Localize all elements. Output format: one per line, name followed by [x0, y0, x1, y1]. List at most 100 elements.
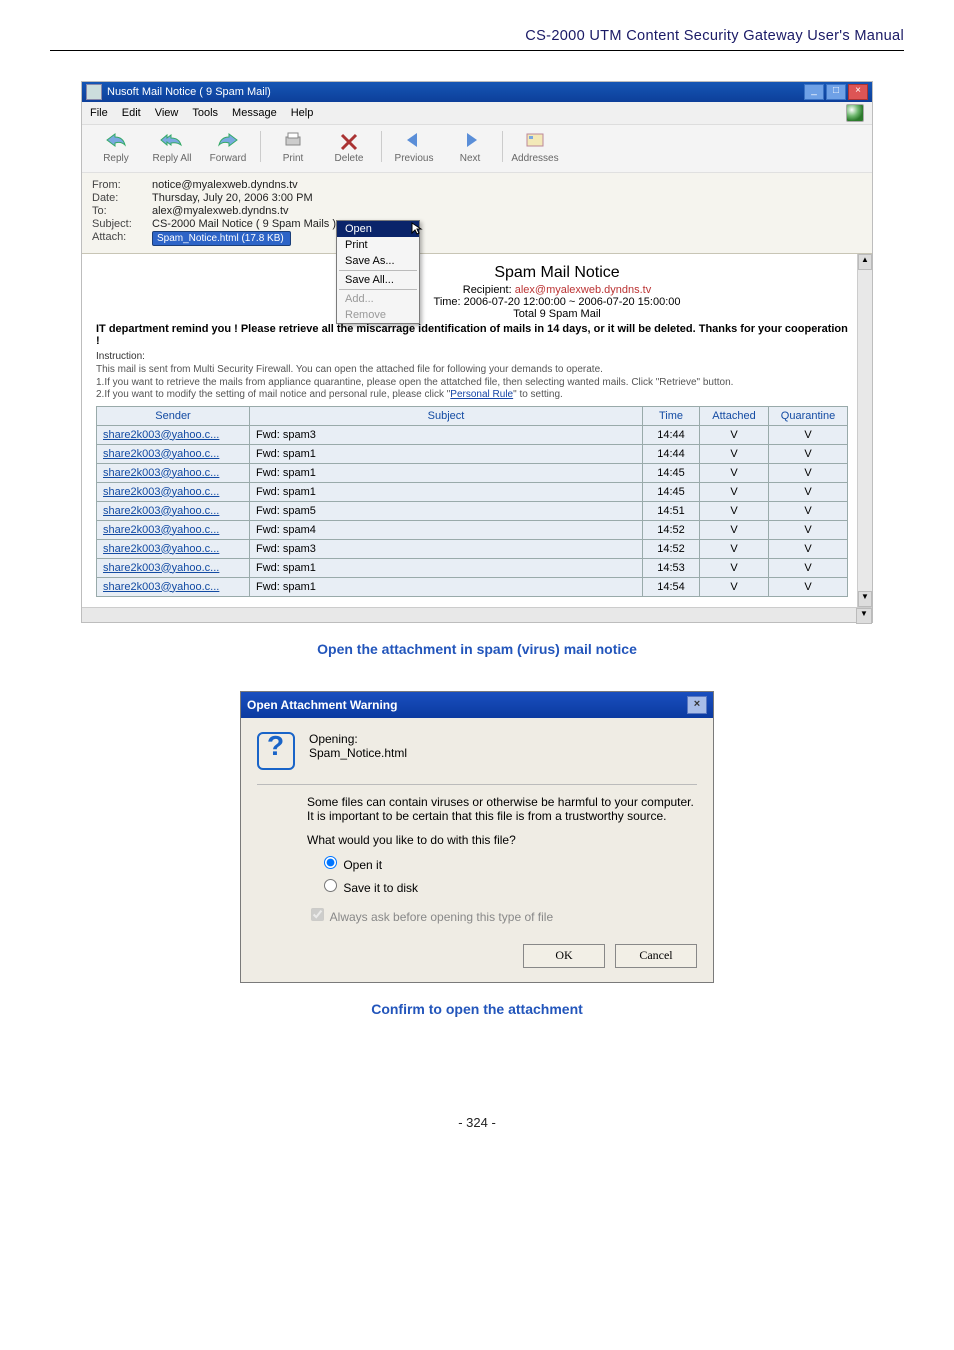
- outlook-window: Nusoft Mail Notice ( 9 Spam Mail) _ □ × …: [81, 81, 873, 623]
- ctx-print[interactable]: Print: [337, 237, 419, 253]
- page-number: - 324 -: [0, 1115, 954, 1130]
- dialog-close-button[interactable]: ×: [687, 696, 707, 714]
- title-bar: Nusoft Mail Notice ( 9 Spam Mail) _ □ ×: [82, 82, 872, 102]
- cell-subject: Fwd: spam3: [250, 425, 643, 444]
- figure-caption: Confirm to open the attachment: [0, 1001, 954, 1017]
- instruction-heading: Instruction:: [96, 351, 848, 362]
- tool-label: Addresses: [511, 153, 558, 164]
- tool-print[interactable]: Print: [265, 129, 321, 164]
- message-body: Spam Mail Notice Recipient: alex@myalexw…: [82, 254, 872, 607]
- menu-view[interactable]: View: [155, 107, 179, 119]
- attach-label: Attach:: [92, 231, 152, 246]
- cell-attached: V: [700, 444, 769, 463]
- personal-rule-link[interactable]: Personal Rule: [450, 389, 513, 400]
- cell-sender[interactable]: share2k003@yahoo.c...: [97, 520, 250, 539]
- always-ask-input: [311, 908, 324, 921]
- close-button[interactable]: ×: [848, 84, 868, 100]
- tool-reply-all[interactable]: Reply All: [144, 129, 200, 164]
- cell-quarantine: V: [769, 539, 848, 558]
- ctx-saveas[interactable]: Save As...: [337, 253, 419, 269]
- tool-delete[interactable]: Delete: [321, 129, 377, 164]
- forward-icon: [215, 129, 241, 151]
- scrollbar-horizontal[interactable]: ▼: [82, 607, 872, 622]
- warning-text: IT department remind you ! Please retrie…: [96, 323, 848, 347]
- ok-button[interactable]: OK: [523, 944, 605, 968]
- addresses-icon: [522, 129, 548, 151]
- tool-label: Reply: [103, 153, 129, 164]
- col-quarantine: Quarantine: [769, 406, 848, 425]
- to-label: To:: [92, 205, 152, 217]
- cell-subject: Fwd: spam3: [250, 539, 643, 558]
- ctx-separator: [339, 289, 417, 290]
- cell-attached: V: [700, 558, 769, 577]
- tool-reply[interactable]: Reply: [88, 129, 144, 164]
- figure-caption: Open the attachment in spam (virus) mail…: [0, 641, 954, 657]
- cell-attached: V: [700, 501, 769, 520]
- scrollbar-vertical[interactable]: ▲ ▼: [857, 254, 872, 607]
- tool-forward[interactable]: Forward: [200, 129, 256, 164]
- menu-tools[interactable]: Tools: [192, 107, 218, 119]
- cell-time: 14:52: [643, 520, 700, 539]
- col-subject: Subject: [250, 406, 643, 425]
- cell-quarantine: V: [769, 463, 848, 482]
- cell-attached: V: [700, 463, 769, 482]
- radio-save-to-disk[interactable]: Save it to disk: [319, 881, 418, 895]
- radio-label: Save it to disk: [343, 881, 418, 895]
- radio-open-it[interactable]: Open it: [319, 858, 382, 872]
- radio-save-input[interactable]: [324, 879, 337, 892]
- menu-help[interactable]: Help: [291, 107, 314, 119]
- cell-sender[interactable]: share2k003@yahoo.c...: [97, 501, 250, 520]
- reply-icon: [103, 129, 129, 151]
- from-value: notice@myalexweb.dyndns.tv: [152, 179, 862, 191]
- scroll-up-icon[interactable]: ▲: [858, 254, 872, 270]
- menu-edit[interactable]: Edit: [122, 107, 141, 119]
- scroll-right-icon[interactable]: ▼: [856, 608, 872, 624]
- cancel-button[interactable]: Cancel: [615, 944, 697, 968]
- table-row: share2k003@yahoo.c...Fwd: spam114:45VV: [97, 463, 848, 482]
- tool-previous[interactable]: Previous: [386, 129, 442, 164]
- cell-time: 14:52: [643, 539, 700, 558]
- col-sender: Sender: [97, 406, 250, 425]
- cell-subject: Fwd: spam1: [250, 577, 643, 596]
- cell-sender[interactable]: share2k003@yahoo.c...: [97, 577, 250, 596]
- menu-message[interactable]: Message: [232, 107, 277, 119]
- menu-file[interactable]: File: [90, 107, 108, 119]
- spam-table: Sender Subject Time Attached Quarantine …: [96, 406, 848, 597]
- subject-label: Subject:: [92, 218, 152, 230]
- scroll-down-icon[interactable]: ▼: [858, 591, 872, 607]
- col-time: Time: [643, 406, 700, 425]
- cell-quarantine: V: [769, 577, 848, 596]
- tool-label: Delete: [335, 153, 364, 164]
- cell-time: 14:51: [643, 501, 700, 520]
- cell-attached: V: [700, 577, 769, 596]
- recipient-label: Recipient:: [463, 284, 512, 296]
- tool-label: Previous: [395, 153, 434, 164]
- cell-sender[interactable]: share2k003@yahoo.c...: [97, 558, 250, 577]
- cell-sender[interactable]: share2k003@yahoo.c...: [97, 444, 250, 463]
- cell-sender[interactable]: share2k003@yahoo.c...: [97, 463, 250, 482]
- attachment-chip[interactable]: Spam_Notice.html (17.8 KB): [152, 231, 291, 246]
- cell-time: 14:45: [643, 463, 700, 482]
- opening-label: Opening:: [309, 732, 407, 746]
- oe-logo-icon: [846, 104, 864, 122]
- tool-label: Print: [283, 153, 304, 164]
- context-menu: Open Print Save As... Save All... Add...…: [336, 220, 420, 324]
- cell-quarantine: V: [769, 425, 848, 444]
- tool-next[interactable]: Next: [442, 129, 498, 164]
- cell-sender[interactable]: share2k003@yahoo.c...: [97, 482, 250, 501]
- ctx-open[interactable]: Open: [337, 221, 419, 237]
- ctx-saveall[interactable]: Save All...: [337, 272, 419, 288]
- cell-subject: Fwd: spam1: [250, 482, 643, 501]
- cell-sender[interactable]: share2k003@yahoo.c...: [97, 425, 250, 444]
- previous-icon: [401, 129, 427, 151]
- cell-quarantine: V: [769, 520, 848, 539]
- radio-open-input[interactable]: [324, 856, 337, 869]
- app-icon: [86, 84, 102, 100]
- maximize-button[interactable]: □: [826, 84, 846, 100]
- tool-label: Forward: [210, 153, 247, 164]
- always-ask-checkbox: Always ask before opening this type of f…: [307, 910, 553, 924]
- cell-sender[interactable]: share2k003@yahoo.c...: [97, 539, 250, 558]
- tool-addresses[interactable]: Addresses: [507, 129, 563, 164]
- minimize-button[interactable]: _: [804, 84, 824, 100]
- cell-time: 14:54: [643, 577, 700, 596]
